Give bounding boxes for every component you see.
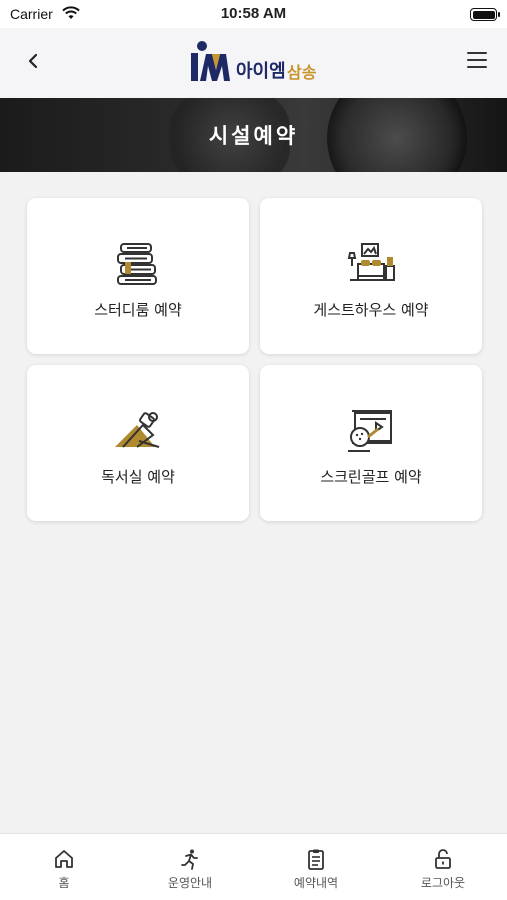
page-title: 시설예약 (208, 124, 299, 148)
facility-label: 스크린골프 예약 (320, 468, 422, 486)
unlock-icon (435, 849, 451, 869)
golf-screen-icon (348, 410, 392, 452)
tab-label: 운영안내 (167, 876, 213, 890)
logo-suffix: 삼송 (287, 63, 317, 82)
status-time: 10:58 AM (220, 5, 287, 22)
bedroom-icon (347, 243, 395, 281)
logo-text: 아이엠 (236, 61, 286, 82)
nav-bar: 아이엠 삼송 (0, 28, 507, 98)
hero-banner: 시설예약 (0, 98, 507, 172)
menu-line (467, 66, 487, 68)
menu-line (467, 52, 487, 54)
tab-home[interactable]: 홈 (1, 834, 127, 900)
facility-card-study-room[interactable]: 스터디룸 예약 (27, 198, 249, 354)
facility-card-reading-room[interactable]: 독서실 예약 (27, 365, 249, 521)
bottom-tab-bar: 홈 운영안내 예약내역 로그아웃 (0, 833, 507, 900)
tab-operation-info[interactable]: 운영안내 (127, 834, 253, 900)
clipboard-icon (308, 849, 324, 870)
facility-card-guest-house[interactable]: 게스트하우스 예약 (260, 198, 482, 354)
facility-label: 독서실 예약 (101, 468, 175, 486)
logo-mark-icon (191, 41, 230, 81)
tab-reservation-history[interactable]: 예약내역 (253, 834, 379, 900)
status-bar: Carrier 10:58 AM (0, 0, 507, 28)
tab-label: 예약내역 (293, 876, 339, 890)
books-icon (117, 243, 157, 285)
battery-icon (470, 8, 500, 21)
back-button[interactable] (22, 49, 46, 73)
desk-lamp-icon (115, 412, 160, 448)
brand-logo[interactable]: 아이엠 삼송 (190, 40, 320, 86)
home-icon (55, 850, 73, 868)
menu-button[interactable] (467, 52, 487, 70)
tab-logout[interactable]: 로그아웃 (380, 834, 506, 900)
tab-label: 로그아웃 (420, 876, 466, 890)
tab-label: 홈 (58, 876, 70, 890)
runner-icon (181, 849, 198, 870)
facility-label: 스터디룸 예약 (94, 301, 182, 319)
facility-card-screen-golf[interactable]: 스크린골프 예약 (260, 365, 482, 521)
facility-label: 게스트하우스 예약 (313, 301, 429, 319)
menu-line (467, 59, 487, 61)
